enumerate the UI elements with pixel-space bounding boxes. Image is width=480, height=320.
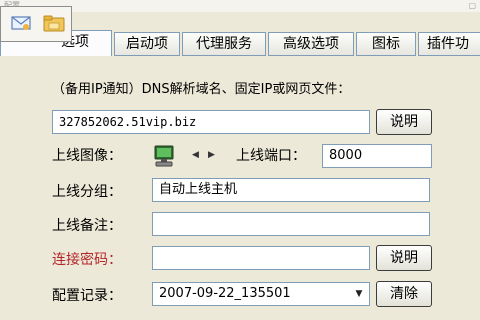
config-record-value: 2007-09-22_135501 <box>159 286 291 301</box>
password-explain-button[interactable]: 说明 <box>376 245 432 271</box>
explain-button[interactable]: 说明 <box>376 109 432 135</box>
toolbar-icon-box <box>0 6 72 42</box>
online-port-label: 上线端口： <box>236 148 306 164</box>
password-label: 连接密码： <box>52 252 122 268</box>
title-bar: 配置... ▢ <box>0 0 480 12</box>
online-remark-input[interactable] <box>152 212 430 236</box>
tab-plugins[interactable]: 插件功 <box>418 32 480 56</box>
config-record-label: 配置记录： <box>52 288 122 304</box>
tab-icon[interactable]: 图标 <box>356 32 416 56</box>
online-group-label: 上线分组： <box>52 184 122 200</box>
tab-advanced[interactable]: 高级选项 <box>268 32 354 56</box>
online-remark-label: 上线备注： <box>52 218 122 234</box>
folder-icon[interactable] <box>43 14 65 32</box>
arrow-right-icon[interactable]: ▶ <box>208 149 215 161</box>
clear-button[interactable]: 清除 <box>376 281 432 307</box>
arrow-left-icon[interactable]: ◀ <box>192 149 199 161</box>
dns-input[interactable]: 327852062.51vip.biz <box>52 110 370 134</box>
tab-startup[interactable]: 启动项 <box>114 32 180 56</box>
password-input[interactable] <box>152 246 370 270</box>
online-image-label: 上线图像： <box>52 148 122 164</box>
online-port-input[interactable]: 8000 <box>322 144 432 168</box>
config-record-select[interactable]: 2007-09-22_135501 ▼ <box>152 282 370 306</box>
online-group-input[interactable]: 自动上线主机 <box>152 178 430 202</box>
chevron-down-icon[interactable]: ▼ <box>351 285 367 303</box>
computer-icon[interactable] <box>152 144 178 168</box>
mail-icon[interactable] <box>11 15 31 31</box>
tab-strip: 选项 启动项 代理服务 高级选项 图标 插件功 <box>0 30 480 56</box>
window-controls[interactable]: ▢ <box>468 1 476 11</box>
tab-proxy[interactable]: 代理服务 <box>182 32 266 56</box>
notice-label: （备用IP通知）DNS解析域名、固定IP或网页文件： <box>52 82 351 97</box>
